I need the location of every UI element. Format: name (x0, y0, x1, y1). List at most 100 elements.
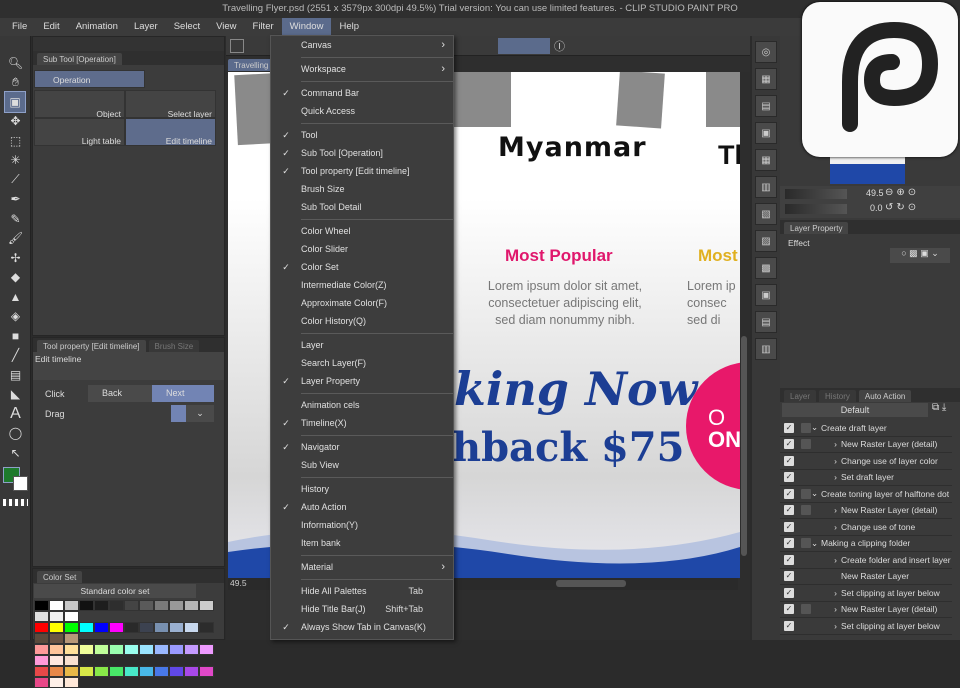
menu-select[interactable]: Select (166, 18, 208, 36)
window-menu-item[interactable]: ✓ Auto Action (271, 498, 453, 516)
color-swatch[interactable] (154, 622, 169, 633)
window-menu-item[interactable]: Animation cels (271, 396, 453, 414)
subtool-edit-timeline[interactable]: Edit timeline (125, 118, 216, 146)
hand-tool-icon[interactable]: ✋︎ (0, 73, 31, 93)
auto-action-item[interactable]: ✓ ⌄ Create toning layer of halftone dot (780, 486, 952, 503)
menu-layer[interactable]: Layer (126, 18, 166, 36)
text-icon[interactable]: A (0, 404, 31, 424)
window-menu-item[interactable]: Color Wheel (271, 222, 453, 240)
dialog-toggle[interactable] (801, 488, 811, 499)
panel-icon[interactable]: ▣ (755, 284, 777, 306)
color-swatch[interactable] (169, 600, 184, 611)
pen-icon[interactable]: ✒ (0, 190, 31, 210)
color-swatch[interactable] (49, 611, 64, 622)
brush-icon[interactable]: 🖌︎ (0, 229, 31, 249)
enable-checkbox[interactable]: ✓ (784, 554, 794, 565)
color-swatch[interactable] (124, 600, 139, 611)
chevron-right-icon[interactable]: › (811, 588, 841, 598)
enable-checkbox[interactable]: ✓ (784, 571, 794, 582)
panel-icon[interactable]: ▦ (755, 68, 777, 90)
color-swatch[interactable] (109, 622, 124, 633)
enable-checkbox[interactable]: ✓ (784, 472, 794, 483)
auto-action-set-buttons[interactable]: ⧉ ⤓ (932, 402, 946, 413)
enable-checkbox[interactable]: ✓ (784, 538, 794, 549)
menu-window[interactable]: Window (281, 18, 332, 36)
color-swatch[interactable] (139, 600, 154, 611)
effect-buttons[interactable]: ○ ▩ ▣ ⌄ (890, 248, 950, 263)
window-menu-item[interactable]: ✓ Always Show Tab in Canvas(K) (271, 618, 453, 636)
color-swatch[interactable] (49, 677, 64, 688)
color-swatch[interactable] (109, 666, 124, 677)
next-button[interactable]: Next (152, 385, 214, 402)
dialog-toggle[interactable] (801, 505, 811, 516)
color-swatch[interactable] (184, 666, 199, 677)
chevron-down-icon[interactable]: ⌄ (811, 488, 821, 499)
color-swatch[interactable] (199, 600, 214, 611)
color-swatch[interactable] (184, 644, 199, 655)
chevron-right-icon[interactable]: › (811, 439, 841, 449)
brush-size-tab[interactable]: Brush Size (148, 340, 200, 352)
window-menu-item[interactable]: ✓ Color Set (271, 258, 453, 276)
enable-checkbox[interactable]: ✓ (784, 455, 794, 466)
subtool-light-table[interactable]: Light table (34, 118, 125, 146)
window-menu-item[interactable]: ✓ Timeline(X) (271, 414, 453, 432)
operation-tool-icon[interactable]: ▣ (4, 91, 26, 113)
color-swatch[interactable] (79, 666, 94, 677)
enable-checkbox[interactable]: ✓ (784, 521, 794, 532)
auto-action-item[interactable]: ✓ New Raster Layer (780, 569, 952, 585)
color-swatch[interactable] (64, 655, 79, 666)
window-menu-item[interactable]: ✓ Sub Tool [Operation] (271, 144, 453, 162)
airbrush-icon[interactable]: ✢ (0, 248, 31, 268)
color-swatch[interactable] (184, 600, 199, 611)
color-swatch[interactable] (64, 633, 79, 644)
back-button[interactable]: Back (88, 385, 152, 402)
color-swatch[interactable] (34, 611, 49, 622)
color-swatch[interactable] (154, 666, 169, 677)
material-icon[interactable]: ◎ (755, 41, 777, 63)
auto-action-item[interactable]: ✓ › New Raster Layer (detail) (780, 437, 952, 453)
color-swatch[interactable] (79, 644, 94, 655)
transparent-color-toggle[interactable] (3, 498, 28, 506)
color-swatch[interactable] (64, 644, 79, 655)
dialog-toggle[interactable] (801, 538, 811, 549)
eraser-icon[interactable]: ◆ (0, 268, 31, 288)
color-swatch[interactable] (169, 644, 184, 655)
color-swatch[interactable] (64, 622, 79, 633)
chevron-down-icon[interactable]: ⌄ (811, 422, 821, 433)
color-swatch[interactable] (169, 666, 184, 677)
window-menu-item[interactable]: Sub Tool Detail (271, 198, 453, 216)
color-swatch[interactable] (79, 600, 94, 611)
color-swatch[interactable] (34, 622, 49, 633)
chevron-right-icon[interactable]: › (811, 555, 841, 565)
panel-icon[interactable]: ▥ (755, 176, 777, 198)
menu-file[interactable]: File (4, 18, 35, 36)
auto-action-item[interactable]: ✓ › Set clipping at layer below (780, 585, 952, 602)
window-menu-item[interactable]: Workspace › (271, 60, 453, 78)
auto-action-item[interactable]: ✓ ⌄ Making a clipping folder (780, 536, 952, 552)
panel-icon[interactable]: ▨ (755, 230, 777, 252)
menu-help[interactable]: Help (331, 18, 367, 36)
rotate-buttons[interactable]: ↺↻⊙ (885, 202, 919, 213)
chevron-right-icon[interactable]: › (811, 604, 841, 614)
panel-icon[interactable]: ▦ (755, 149, 777, 171)
enable-checkbox[interactable]: ✓ (784, 505, 794, 516)
menu-view[interactable]: View (208, 18, 244, 36)
chevron-right-icon[interactable]: › (811, 505, 841, 515)
enable-checkbox[interactable]: ✓ (784, 488, 794, 499)
window-menu-item[interactable]: ✓ Navigator (271, 438, 453, 456)
tool-property-tab[interactable]: Tool property [Edit timeline] (37, 340, 146, 352)
chevron-down-icon[interactable]: ⌄ (811, 538, 821, 549)
sub-tool-tab[interactable]: Sub Tool [Operation] (37, 53, 122, 65)
enable-checkbox[interactable]: ✓ (784, 620, 794, 631)
color-swatch[interactable] (64, 677, 79, 688)
color-swatch[interactable] (49, 622, 64, 633)
window-menu-item[interactable]: Search Layer(F) (271, 354, 453, 372)
color-swatch[interactable] (124, 644, 139, 655)
menu-edit[interactable]: Edit (35, 18, 67, 36)
panel-icon[interactable]: ▤ (755, 311, 777, 333)
color-swatch[interactable] (199, 666, 214, 677)
auto-action-item[interactable]: ✓ › New Raster Layer (detail) (780, 602, 952, 618)
color-swatch[interactable] (124, 622, 139, 633)
frame-icon[interactable]: ▤ (0, 365, 31, 385)
panel-icon[interactable]: ▤ (755, 95, 777, 117)
